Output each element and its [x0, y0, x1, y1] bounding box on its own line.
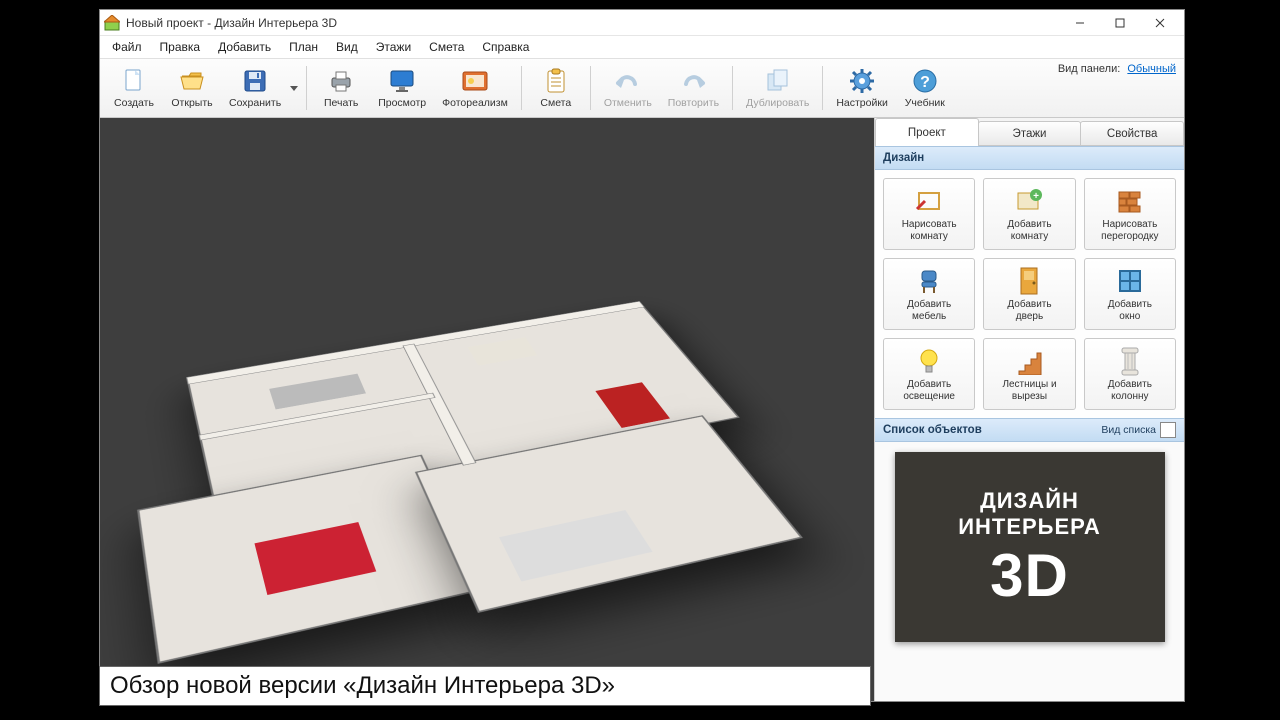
side-tabs: Проект Этажи Свойства — [875, 118, 1184, 146]
new-file-icon — [120, 67, 148, 95]
duplicate-icon — [764, 67, 792, 95]
render-icon — [461, 67, 489, 95]
design-tools: Нарисоватькомнату + Добавитькомнату Нари… — [875, 170, 1184, 418]
redo-icon — [679, 67, 707, 95]
separator — [590, 66, 591, 110]
chair-icon — [914, 266, 944, 296]
undo-button[interactable]: Отменить — [597, 61, 659, 115]
app-icon — [104, 15, 120, 31]
door-icon — [1014, 266, 1044, 296]
panel-mode: Вид панели: Обычный — [1058, 63, 1176, 75]
tab-props[interactable]: Свойства — [1080, 121, 1184, 145]
gear-icon — [848, 67, 876, 95]
add-column-button[interactable]: Добавитьколонну — [1084, 338, 1176, 410]
clipboard-icon — [542, 67, 570, 95]
window-controls — [1060, 11, 1180, 35]
wall-icon — [1115, 186, 1145, 216]
tutorial-button[interactable]: ? Учебник — [897, 61, 953, 115]
separator — [732, 66, 733, 110]
maximize-button[interactable] — [1100, 11, 1140, 35]
undo-icon — [614, 67, 642, 95]
add-room-button[interactable]: + Добавитькомнату — [983, 178, 1075, 250]
app-window: Новый проект - Дизайн Интерьера 3D Файл … — [99, 9, 1185, 702]
svg-text:?: ? — [920, 74, 930, 91]
list-view-label: Вид списка — [1101, 424, 1156, 436]
settings-button[interactable]: Настройки — [829, 61, 895, 115]
printer-icon — [327, 67, 355, 95]
minimize-button[interactable] — [1060, 11, 1100, 35]
toolbar: Создать Открыть Сохранить Печать Просм — [100, 58, 1184, 118]
object-list: ДИЗАЙН ИНТЕРЬЕРА 3D — [875, 442, 1184, 701]
print-button[interactable]: Печать — [313, 61, 369, 115]
menu-file[interactable]: Файл — [104, 38, 150, 56]
menu-plan[interactable]: План — [281, 38, 326, 56]
duplicate-button[interactable]: Дублировать — [739, 61, 816, 115]
save-icon — [241, 67, 269, 95]
panel-mode-link[interactable]: Обычный — [1127, 63, 1176, 75]
monitor-icon — [388, 67, 416, 95]
close-button[interactable] — [1140, 11, 1180, 35]
menubar: Файл Правка Добавить План Вид Этажи Смет… — [100, 36, 1184, 58]
help-icon: ? — [911, 67, 939, 95]
section-objects: Список объектов Вид списка — [875, 418, 1184, 442]
menu-view[interactable]: Вид — [328, 38, 366, 56]
list-view-toggle[interactable] — [1160, 422, 1176, 438]
column-icon — [1115, 346, 1145, 376]
draw-wall-button[interactable]: Нарисоватьперегородку — [1084, 178, 1176, 250]
section-design: Дизайн — [875, 146, 1184, 170]
draw-room-button[interactable]: Нарисоватькомнату — [883, 178, 975, 250]
menu-estimate[interactable]: Смета — [421, 38, 472, 56]
menu-floors[interactable]: Этажи — [368, 38, 419, 56]
open-button[interactable]: Открыть — [164, 61, 220, 115]
add-door-button[interactable]: Добавитьдверь — [983, 258, 1075, 330]
estimate-button[interactable]: Смета — [528, 61, 584, 115]
floorplan-render — [139, 153, 836, 666]
3d-viewport[interactable] — [100, 118, 874, 701]
add-window-button[interactable]: Добавитьокно — [1084, 258, 1176, 330]
folder-open-icon — [178, 67, 206, 95]
window-title: Новый проект - Дизайн Интерьера 3D — [126, 16, 1060, 30]
save-button[interactable]: Сохранить — [222, 61, 288, 115]
separator — [822, 66, 823, 110]
separator — [521, 66, 522, 110]
add-room-icon: + — [1014, 186, 1044, 216]
light-icon — [914, 346, 944, 376]
add-stairs-button[interactable]: Лестницы ивырезы — [983, 338, 1075, 410]
menu-help[interactable]: Справка — [474, 38, 537, 56]
add-furniture-button[interactable]: Добавитьмебель — [883, 258, 975, 330]
save-dropdown[interactable] — [288, 61, 300, 115]
draw-room-icon — [914, 186, 944, 216]
promo-banner: ДИЗАЙН ИНТЕРЬЕРА 3D — [895, 452, 1165, 642]
tab-floors[interactable]: Этажи — [978, 121, 1082, 145]
add-light-button[interactable]: Добавитьосвещение — [883, 338, 975, 410]
titlebar: Новый проект - Дизайн Интерьера 3D — [100, 10, 1184, 36]
stairs-icon — [1014, 346, 1044, 376]
create-button[interactable]: Создать — [106, 61, 162, 115]
separator — [306, 66, 307, 110]
svg-text:+: + — [1034, 191, 1040, 202]
menu-edit[interactable]: Правка — [152, 38, 209, 56]
video-caption: Обзор новой версии «Дизайн Интерьера 3D» — [99, 666, 871, 706]
side-panel: Проект Этажи Свойства Дизайн Нарисоватьк… — [874, 118, 1184, 701]
preview-button[interactable]: Просмотр — [371, 61, 433, 115]
menu-add[interactable]: Добавить — [210, 38, 279, 56]
tab-project[interactable]: Проект — [875, 118, 979, 146]
photoreal-button[interactable]: Фотореализм — [435, 61, 515, 115]
window-icon — [1115, 266, 1145, 296]
redo-button[interactable]: Повторить — [661, 61, 726, 115]
